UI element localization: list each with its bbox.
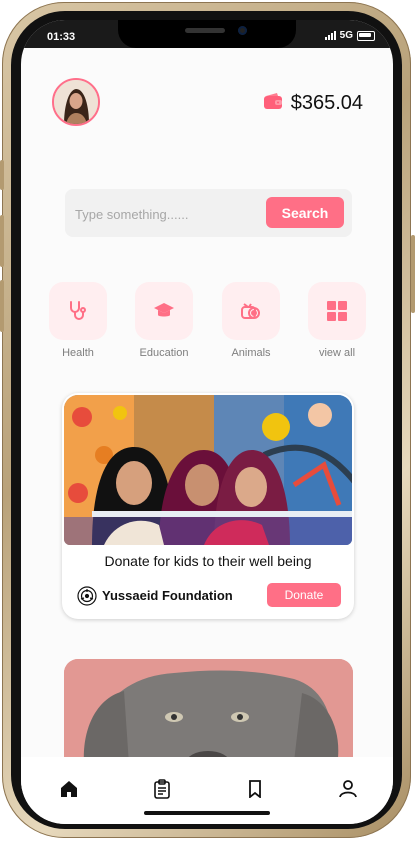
battery-icon [357, 30, 375, 41]
status-time: 01:33 [47, 31, 76, 43]
donate-button[interactable]: Donate [267, 583, 341, 607]
balance-amount: $365.04 [290, 92, 363, 114]
search-button[interactable]: Search [266, 197, 344, 228]
category-tile[interactable] [222, 282, 280, 340]
bookmark-icon[interactable] [243, 777, 267, 801]
search-input[interactable] [73, 202, 257, 226]
home-icon[interactable] [57, 777, 81, 801]
notch [118, 20, 296, 48]
foundation-logo-icon [77, 586, 97, 611]
network-label: 5G [339, 30, 353, 41]
category-label: view all [318, 347, 356, 359]
camera-icon [238, 26, 247, 35]
signal-icon [324, 31, 336, 40]
search-bar: Search [65, 189, 352, 237]
avatar[interactable] [52, 78, 100, 126]
grid-icon [327, 301, 347, 321]
stethoscope-icon [70, 301, 86, 320]
app-screen: 01:33 5G $365.04 Type something...... Se… [21, 20, 393, 824]
category-view-all[interactable]: view all [307, 282, 367, 359]
category-tile[interactable] [49, 282, 107, 340]
clipboard-icon[interactable] [150, 777, 174, 801]
user-icon[interactable] [336, 777, 360, 801]
home-indicator [144, 811, 270, 815]
wallet-icon [263, 92, 283, 115]
category-health[interactable]: Health [48, 282, 108, 359]
category-tile[interactable] [135, 282, 193, 340]
side-button [411, 235, 415, 313]
card-title: Donate for kids to their well being [104, 553, 312, 569]
category-animals[interactable]: Animals [221, 282, 281, 359]
category-tile[interactable] [308, 282, 366, 340]
speaker [185, 28, 225, 33]
category-education[interactable]: Education [134, 282, 194, 359]
wallet-balance[interactable]: $365.04 [263, 92, 363, 115]
card-image [64, 395, 352, 545]
status-indicators: 5G [324, 30, 375, 41]
donation-card[interactable]: Donate for kids to their well being Yuss… [62, 393, 354, 619]
category-label: Education [139, 347, 189, 359]
category-label: Animals [231, 347, 271, 359]
organization-name: Yussaeid Foundation [102, 588, 233, 603]
category-label: Health [62, 347, 94, 359]
animal-icon [241, 303, 260, 319]
graduation-cap-icon [154, 303, 174, 317]
